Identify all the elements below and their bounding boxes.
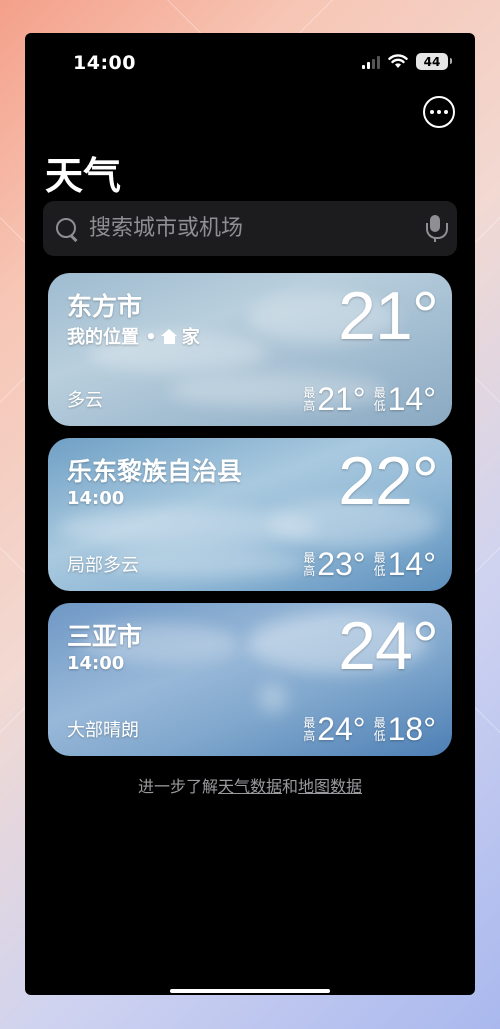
home-indicator[interactable] <box>170 989 330 993</box>
data-attribution-note: 进一步了解天气数据和地图数据 <box>137 777 363 796</box>
current-temperature: 22° <box>338 443 439 519</box>
high-temperature: 最高 24° <box>303 711 366 747</box>
cellular-signal-icon <box>362 55 380 69</box>
high-low-temperatures: 最高 21° 最低 14° <box>303 381 436 418</box>
microphone-icon[interactable] <box>425 214 448 244</box>
battery-icon: 44 <box>416 53 452 70</box>
home-label: 家 <box>181 327 200 348</box>
city-name: 三亚市 <box>67 622 143 651</box>
high-low-temperatures: 最高 24° 最低 18° <box>303 711 436 748</box>
low-temperature: 最低 14° <box>373 381 436 417</box>
high-low-temperatures: 最高 23° 最低 14° <box>303 546 436 583</box>
city-card-dongfang[interactable]: 东方市 我的位置 • 家 21° 多云 最高 21° 最低 14° <box>48 273 452 426</box>
page-title: 天气 <box>45 154 122 198</box>
current-temperature: 24° <box>338 608 439 684</box>
city-subtitle: 14:00 <box>67 488 125 509</box>
status-bar: 14:00 44 <box>25 33 475 93</box>
wifi-icon <box>388 54 408 68</box>
weather-condition: 多云 <box>67 390 103 411</box>
weather-condition: 局部多云 <box>67 555 139 576</box>
weather-data-link[interactable]: 天气数据 <box>218 777 282 796</box>
search-bar[interactable] <box>43 201 457 256</box>
location-label: 我的位置 • <box>67 327 157 348</box>
search-icon <box>55 217 79 241</box>
more-options-button[interactable] <box>423 96 455 128</box>
high-temperature: 最高 21° <box>303 381 366 417</box>
city-name: 东方市 <box>67 292 143 321</box>
weather-condition: 大部晴朗 <box>67 720 139 741</box>
search-input[interactable] <box>89 216 425 241</box>
low-temperature: 最低 18° <box>373 711 436 747</box>
phone-screen: 14:00 44 天气 东方市 <box>25 33 475 995</box>
city-card-ledong[interactable]: 乐东黎族自治县 14:00 22° 局部多云 最高 23° 最低 14° <box>48 438 452 591</box>
map-data-link[interactable]: 地图数据 <box>298 777 362 796</box>
ellipsis-icon <box>430 110 434 114</box>
home-icon <box>160 328 178 344</box>
status-icons: 44 <box>362 53 452 70</box>
low-temperature: 最低 14° <box>373 546 436 582</box>
current-temperature: 21° <box>338 278 439 354</box>
city-card-sanya[interactable]: 三亚市 14:00 24° 大部晴朗 最高 24° 最低 18° <box>48 603 452 756</box>
city-subtitle: 14:00 <box>67 653 125 674</box>
city-name: 乐东黎族自治县 <box>67 457 243 486</box>
status-time: 14:00 <box>73 52 136 74</box>
high-temperature: 最高 23° <box>303 546 366 582</box>
city-subtitle: 我的位置 • 家 <box>67 323 200 349</box>
